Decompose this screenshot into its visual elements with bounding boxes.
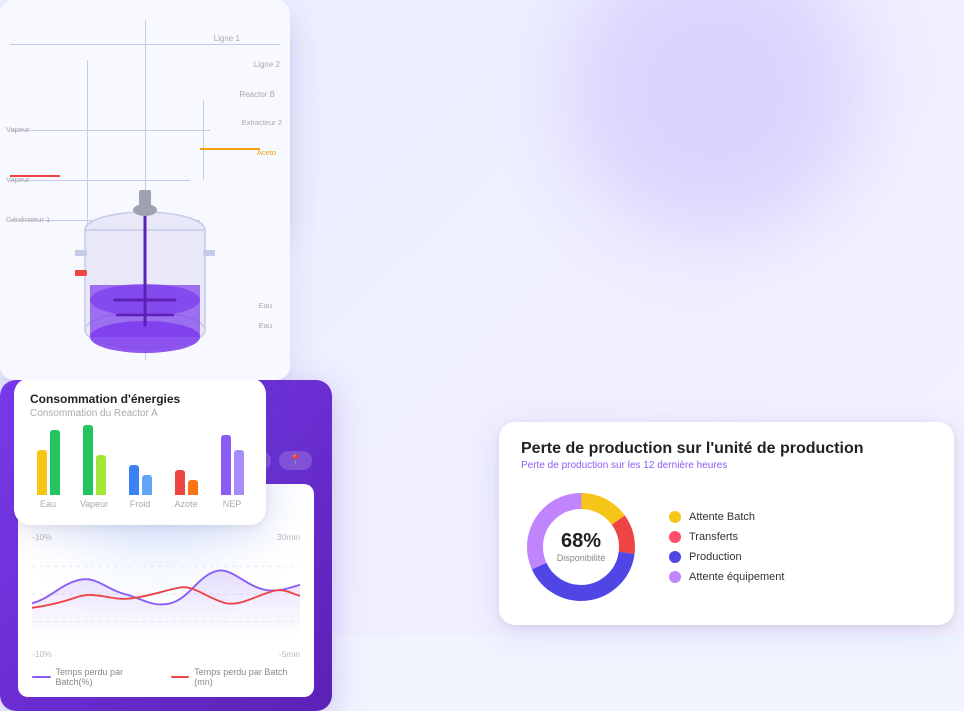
- bar-chart: Eau Vapeur Froid: [30, 433, 250, 513]
- bar-label-froid: Froid: [130, 499, 151, 509]
- legend-line-red: [171, 676, 190, 678]
- bar-eau-2: [50, 430, 60, 495]
- bar-label-azote: Azote: [174, 499, 197, 509]
- line-chart-svg: [32, 544, 300, 644]
- bar-label-nep: NEP: [223, 499, 242, 509]
- legend-batch-percent: Temps perdu par Batch(%): [32, 667, 155, 687]
- legend-transferts: Transferts: [669, 531, 784, 543]
- bar-froid-2: [142, 475, 152, 495]
- pipe-h2: [10, 130, 210, 131]
- dot-transferts: [669, 531, 681, 543]
- pipe-red-line: [10, 175, 60, 177]
- reactor-vessel-svg: [75, 180, 215, 370]
- pipe-label-eau2: Eau: [259, 321, 272, 330]
- legend-list: Attente Batch Transferts Production Atte…: [669, 511, 784, 583]
- production-inner: 68% Disponibilité Attente Batch Transfer…: [521, 487, 932, 607]
- bar-nep-1: [221, 435, 231, 495]
- bar-label-eau: Eau: [40, 499, 56, 509]
- legend-line-purple: [32, 676, 51, 678]
- y-axis-right-top: 30min: [277, 532, 300, 542]
- donut-center: 68% Disponibilité: [557, 531, 606, 563]
- legend-attente-equipement: Attente équipement: [669, 571, 784, 583]
- legend-transferts-label: Transferts: [689, 531, 738, 543]
- pipe-v3: [203, 100, 204, 180]
- bar-vapeur-2: [96, 455, 106, 495]
- bar-group-bars: [37, 430, 60, 495]
- bar-group-bars-f: [129, 465, 152, 495]
- consommation-title: Consommation d'énergies: [30, 392, 250, 406]
- bar-group-bars-n: [221, 435, 244, 495]
- dashboard: ID-24119 Campagne : AVEVA Select Lot : L…: [0, 0, 964, 635]
- chart-legend: Temps perdu par Batch(%) Temps perdu par…: [32, 667, 300, 687]
- production-title: Perte de production sur l'unité de produ…: [521, 440, 932, 458]
- consommation-card: Consommation d'énergies Consommation du …: [14, 378, 266, 525]
- pipe-label-eau1: Eau: [259, 301, 272, 310]
- bar-azote-2: [188, 480, 198, 495]
- bar-group-froid: Froid: [122, 465, 158, 509]
- donut-wrapper: 68% Disponibilité: [521, 487, 641, 607]
- legend-attente-batch: Attente Batch: [669, 511, 784, 523]
- legend-production-label: Production: [689, 551, 742, 563]
- chart-axis-bottom-labels: -10% -5min: [32, 649, 300, 659]
- bar-vapeur-1: [83, 425, 93, 495]
- location-icon: 📍: [289, 455, 301, 466]
- bar-group-azote: Azote: [168, 470, 204, 509]
- donut-percent: 68%: [557, 531, 606, 551]
- bar-azote-1: [175, 470, 185, 495]
- y-axis-right-bottom: -5min: [279, 649, 300, 659]
- pipe-label-ligne1: Ligne 1: [214, 34, 240, 43]
- legend-batch-mn: Temps perdu par Batch (mn): [171, 667, 300, 687]
- pipe-label-vapeur: Vapeur: [6, 125, 30, 134]
- schema-inner: Ligne 1 Ligne 2 Reactor B Vapeur Vapeur …: [0, 0, 290, 380]
- dot-production: [669, 551, 681, 563]
- legend-attente-batch-label: Attente Batch: [689, 511, 755, 523]
- bar-group-nep: NEP: [214, 435, 250, 509]
- bar-group-bars-a: [175, 470, 198, 495]
- bg-blob-purple: [564, 0, 864, 240]
- legend-label-red: Temps perdu par Batch (mn): [194, 667, 300, 687]
- bar-label-vapeur: Vapeur: [80, 499, 108, 509]
- pipe-label-reactorb: Reactor B: [239, 90, 275, 99]
- pipe-label-ligne2: Ligne 2: [254, 60, 280, 69]
- donut-label: Disponibilité: [557, 553, 606, 563]
- pipe-label-gen: Générateur 1: [6, 215, 50, 224]
- bar-group-bars-v: [83, 425, 106, 495]
- bar-group-eau: Eau: [30, 430, 66, 509]
- production-subtitle: Perte de production sur les 12 dernière …: [521, 460, 932, 471]
- legend-label-purple: Temps perdu par Batch(%): [56, 667, 155, 687]
- schema-card: Ligne 1 Ligne 2 Reactor B Vapeur Vapeur …: [0, 0, 290, 380]
- y-axis-left-top: -10%: [32, 532, 52, 542]
- legend-attente-equipement-label: Attente équipement: [689, 571, 784, 583]
- tab-location[interactable]: 📍: [279, 451, 311, 470]
- chart-axis-labels: -10% 30min: [32, 532, 300, 542]
- bar-group-vapeur: Vapeur: [76, 425, 112, 509]
- consommation-subtitle: Consommation du Reactor A: [30, 408, 250, 419]
- bar-nep-2: [234, 450, 244, 495]
- production-card: Perte de production sur l'unité de produ…: [499, 422, 954, 625]
- bar-froid-1: [129, 465, 139, 495]
- pipe-aceto-line: [200, 148, 260, 150]
- bar-eau-1: [37, 450, 47, 495]
- dot-attente-equipement: [669, 571, 681, 583]
- pipe-label-extracteur: Extracteur 2: [242, 118, 282, 127]
- y-axis-left-bottom: -10%: [32, 649, 52, 659]
- legend-production: Production: [669, 551, 784, 563]
- dot-attente-batch: [669, 511, 681, 523]
